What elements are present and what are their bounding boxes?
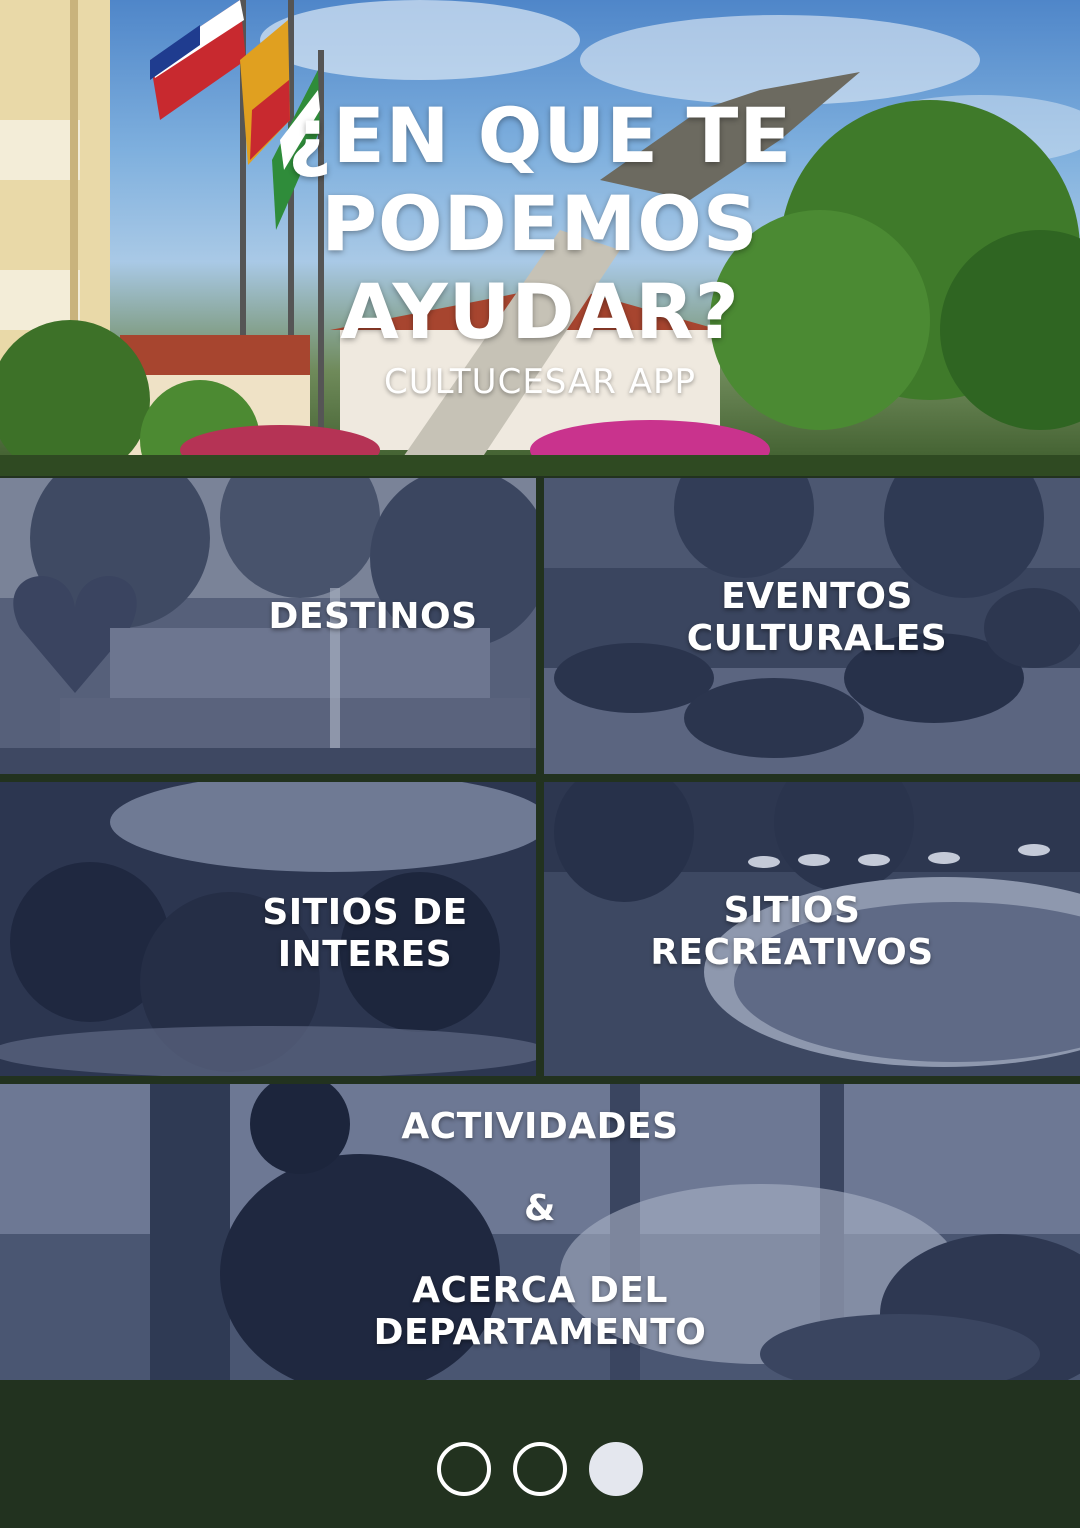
tile-destinos-line-1: DESTINOS xyxy=(268,596,478,637)
footer-bar xyxy=(0,1380,1080,1528)
tile-recreo-line-2: RECREATIVOS xyxy=(650,932,934,973)
page-dot-2[interactable] xyxy=(513,1442,567,1496)
tile-actividades-line-3: ACERCA DEL xyxy=(412,1270,668,1311)
tile-destinos-label: DESTINOS xyxy=(240,596,506,638)
page-dot-1[interactable] xyxy=(437,1442,491,1496)
tile-actividades-line-1: ACTIVIDADES xyxy=(401,1106,679,1147)
tile-eventos-line-1: EVENTOS xyxy=(721,576,913,617)
tile-actividades-line-4: DEPARTAMENTO xyxy=(373,1312,707,1353)
tile-eventos-label: EVENTOS CULTURALES xyxy=(544,576,1050,660)
page: ¿EN QUE TE PODEMOS AYUDAR? CULTUCESAR AP… xyxy=(0,0,1080,1528)
tile-eventos-line-2: CULTURALES xyxy=(686,618,948,659)
tile-destinos[interactable]: DESTINOS xyxy=(0,478,536,774)
app-subtitle: CULTUCESAR APP xyxy=(384,362,696,402)
tile-recreo-line-1: SITIOS xyxy=(723,890,861,931)
page-title: ¿EN QUE TE PODEMOS AYUDAR? xyxy=(287,91,793,356)
tile-recreo-label: SITIOS RECREATIVOS xyxy=(544,890,1020,974)
tile-interes-line-2: INTERES xyxy=(277,934,453,975)
tile-actividades-acerca[interactable]: ACTIVIDADES & ACERCA DEL DEPARTAMENTO xyxy=(0,1084,1080,1380)
tile-eventos-culturales[interactable]: EVENTOS CULTURALES xyxy=(544,478,1080,774)
tile-sitios-de-interes[interactable]: SITIOS DE INTERES xyxy=(0,782,536,1076)
tile-sitios-recreativos[interactable]: SITIOS RECREATIVOS xyxy=(544,782,1080,1076)
page-dot-3[interactable] xyxy=(589,1442,643,1496)
tile-interes-label: SITIOS DE INTERES xyxy=(250,892,486,976)
tile-actividades-label: ACTIVIDADES & ACERCA DEL DEPARTAMENTO xyxy=(0,1106,1080,1354)
hero-banner: ¿EN QUE TE PODEMOS AYUDAR? CULTUCESAR AP… xyxy=(0,0,1080,476)
page-indicator xyxy=(0,1442,1080,1496)
tile-interes-line-1: SITIOS DE xyxy=(262,892,468,933)
tile-actividades-line-2: & xyxy=(524,1188,556,1229)
